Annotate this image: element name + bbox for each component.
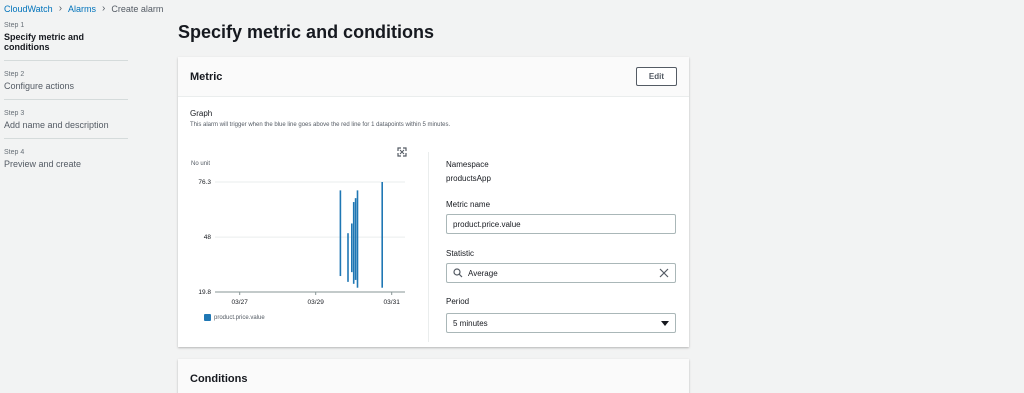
expand-icon[interactable] bbox=[397, 147, 407, 157]
breadcrumb-create-alarm: Create alarm bbox=[111, 3, 164, 14]
y-tick-label: 19.8 bbox=[198, 289, 211, 296]
page-title: Specify metric and conditions bbox=[178, 22, 435, 42]
step-number: Step 1 bbox=[4, 22, 25, 29]
no-unit-label: No unit bbox=[191, 161, 211, 167]
breadcrumb-cloudwatch[interactable]: CloudWatch bbox=[4, 4, 53, 14]
graph-title: Graph bbox=[190, 109, 213, 118]
period-value: 5 minutes bbox=[453, 318, 488, 328]
step-4[interactable]: Step 4 Preview and create bbox=[4, 147, 128, 177]
search-icon bbox=[453, 268, 463, 278]
metric-name-value: product.price.value bbox=[453, 219, 521, 229]
statistic-field[interactable]: Average bbox=[446, 263, 676, 283]
panel-divider bbox=[428, 152, 429, 342]
conditions-panel-title: Conditions bbox=[190, 373, 248, 385]
metric-chart: 76.3 48 19.8 03/27 03/29 03/31 bbox=[198, 179, 405, 306]
chevron-right-icon: › bbox=[102, 3, 106, 14]
metric-panel-title: Metric bbox=[190, 70, 223, 83]
legend-swatch bbox=[204, 314, 211, 321]
namespace-label: Namespace bbox=[446, 160, 489, 169]
namespace-value: productsApp bbox=[446, 174, 491, 183]
legend-label: product.price.value bbox=[214, 314, 265, 321]
period-select[interactable]: 5 minutes bbox=[446, 313, 676, 333]
step-label: Preview and create bbox=[4, 159, 82, 169]
metric-panel-header: Metric Edit bbox=[178, 57, 689, 97]
x-tick-label: 03/31 bbox=[384, 299, 401, 306]
statistic-value: Average bbox=[468, 268, 498, 278]
metric-name-label: Metric name bbox=[446, 200, 491, 209]
step-label: Add name and description bbox=[4, 120, 109, 130]
step-label: Specify metric and conditions bbox=[4, 32, 85, 52]
metric-name-field[interactable]: product.price.value bbox=[446, 214, 676, 234]
breadcrumb-alarms[interactable]: Alarms bbox=[68, 4, 96, 14]
caret-down-icon bbox=[661, 320, 669, 326]
step-3[interactable]: Step 3 Add name and description bbox=[4, 108, 128, 139]
y-tick-label: 76.3 bbox=[198, 179, 211, 186]
period-label: Period bbox=[446, 297, 470, 306]
step-number: Step 2 bbox=[4, 71, 25, 78]
x-tick-label: 03/29 bbox=[308, 299, 325, 306]
edit-button[interactable]: Edit bbox=[635, 67, 677, 86]
clear-icon[interactable] bbox=[659, 268, 669, 278]
chart-legend[interactable]: product.price.value bbox=[204, 314, 265, 321]
step-label: Configure actions bbox=[4, 81, 75, 91]
graph-description: This alarm will trigger when the blue li… bbox=[190, 122, 451, 128]
breadcrumb: CloudWatch › Alarms › Create alarm bbox=[4, 3, 163, 14]
metric-panel: Metric Edit Graph This alarm will trigge… bbox=[178, 57, 689, 347]
wizard-steps: Step 1 Specify metric and conditions Ste… bbox=[4, 20, 128, 185]
chevron-right-icon: › bbox=[58, 3, 63, 14]
step-number: Step 4 bbox=[4, 149, 25, 156]
step-number: Step 3 bbox=[4, 110, 25, 117]
conditions-panel: Conditions bbox=[178, 359, 689, 393]
conditions-panel-header: Conditions bbox=[178, 359, 689, 393]
x-tick-label: 03/27 bbox=[232, 299, 249, 306]
step-1: Step 1 Specify metric and conditions bbox=[4, 20, 128, 61]
y-tick-label: 48 bbox=[204, 234, 212, 241]
statistic-label: Statistic bbox=[446, 249, 475, 258]
step-2[interactable]: Step 2 Configure actions bbox=[4, 69, 128, 100]
